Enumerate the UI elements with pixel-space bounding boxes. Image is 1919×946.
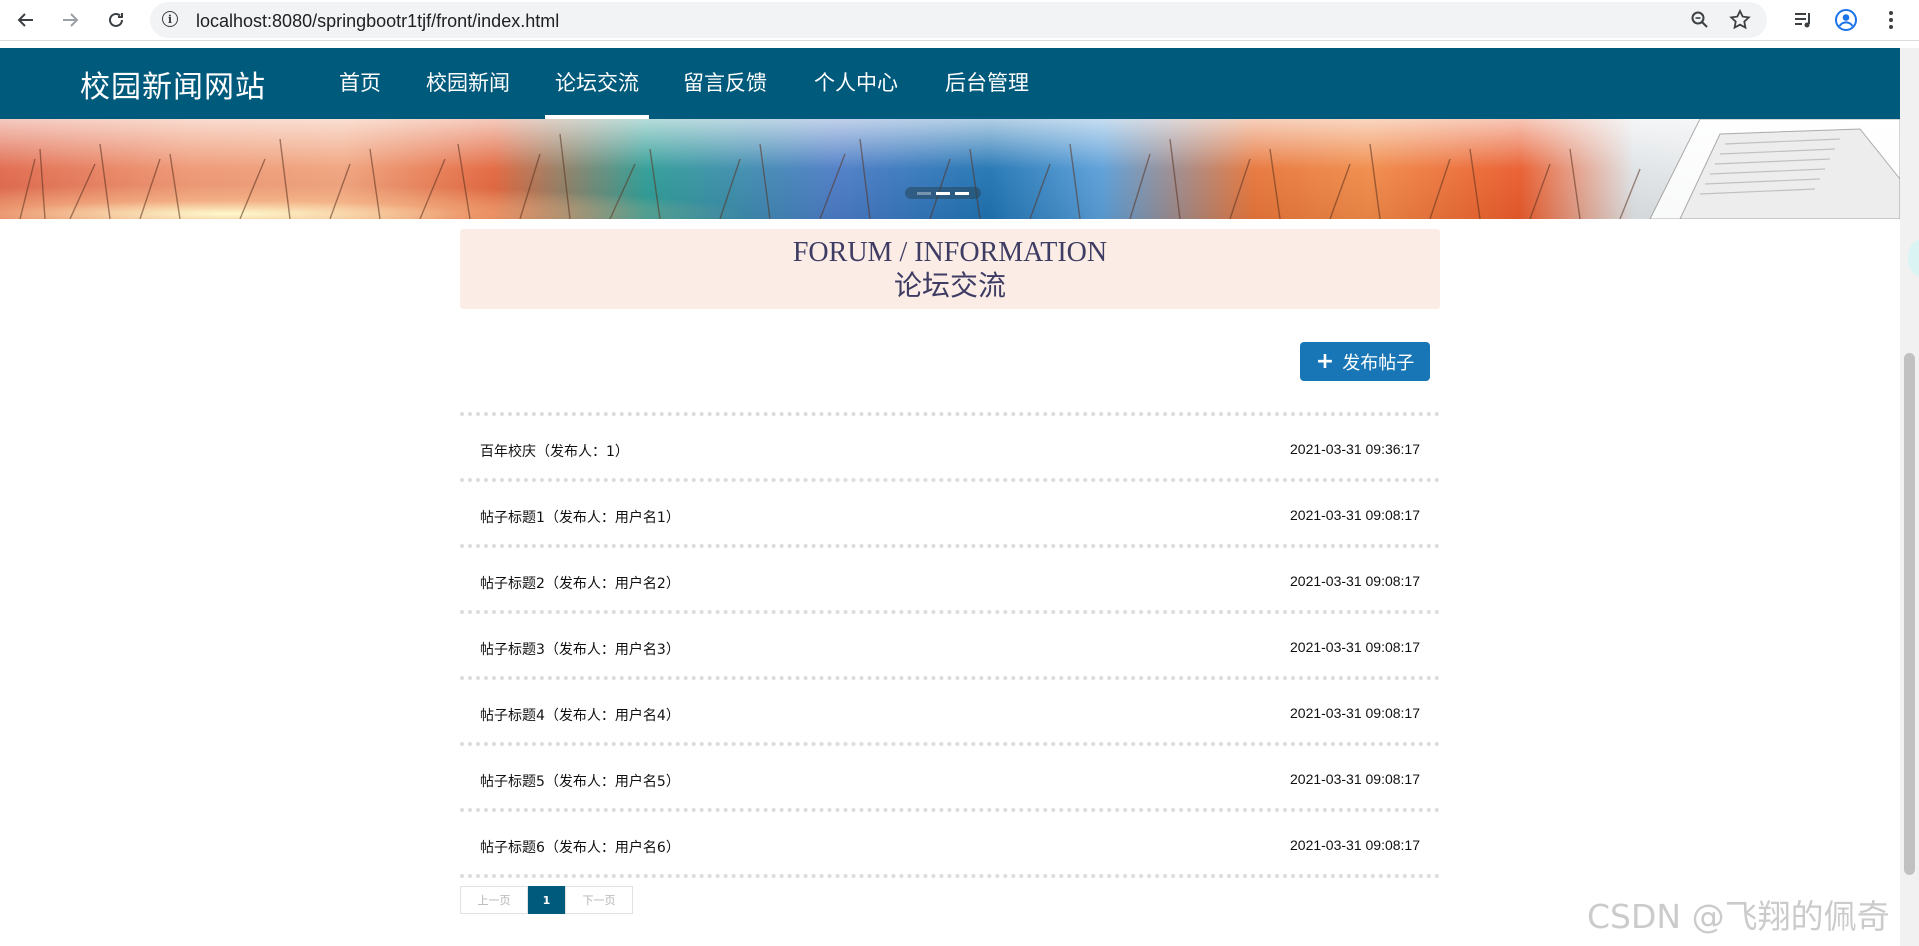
forum-post-row[interactable]: 帖子标题5（发布人：用户名5） 2021-03-31 09:08:17 <box>460 746 1440 808</box>
nav-item-admin[interactable]: 后台管理 <box>945 48 1029 119</box>
pagination: 上一页 1 下一页 <box>460 886 633 914</box>
post-title[interactable]: 帖子标题6（发布人：用户名6） <box>480 837 680 857</box>
publish-post-button[interactable]: + 发布帖子 <box>1300 342 1430 381</box>
forum-post-row[interactable]: 帖子标题2（发布人：用户名2） 2021-03-31 09:08:17 <box>460 548 1440 610</box>
post-title[interactable]: 百年校庆（发布人：1） <box>480 441 629 461</box>
zoom-icon[interactable] <box>1688 8 1712 32</box>
nav-item-campus-news[interactable]: 校园新闻 <box>426 48 510 119</box>
forum-post-row[interactable]: 帖子标题6（发布人：用户名6） 2021-03-31 09:08:17 <box>460 812 1440 874</box>
banner-carousel[interactable] <box>0 119 1900 219</box>
section-title-cn: 论坛交流 <box>893 269 1006 302</box>
post-title[interactable]: 帖子标题1（发布人：用户名1） <box>480 507 680 527</box>
site-logo[interactable]: 校园新闻网站 <box>80 62 266 106</box>
post-time: 2021-03-31 09:08:17 <box>1290 573 1420 589</box>
section-title-en: FORUM / INFORMATION <box>792 237 1108 268</box>
browser-toolbar: i localhost:8080/springbootr1tjf/front/i… <box>0 0 1919 41</box>
post-title[interactable]: 帖子标题3（发布人：用户名3） <box>480 639 680 659</box>
profile-avatar-icon[interactable] <box>1833 7 1859 33</box>
forum-post-row[interactable]: 帖子标题3（发布人：用户名3） 2021-03-31 09:08:17 <box>460 614 1440 676</box>
nav-item-feedback[interactable]: 留言反馈 <box>683 48 767 119</box>
back-icon[interactable] <box>12 6 40 34</box>
post-title[interactable]: 帖子标题2（发布人：用户名2） <box>480 573 680 593</box>
browser-menu-icon[interactable] <box>1878 7 1904 33</box>
forward-icon[interactable] <box>56 6 84 34</box>
nav-item-forum[interactable]: 论坛交流 <box>545 48 649 119</box>
section-title-block: FORUM / INFORMATION 论坛交流 <box>460 229 1440 309</box>
page-scrollbar[interactable] <box>1900 48 1919 946</box>
forum-post-row[interactable]: 帖子标题4（发布人：用户名4） 2021-03-31 09:08:17 <box>460 680 1440 742</box>
reload-icon[interactable] <box>102 6 130 34</box>
next-page-button[interactable]: 下一页 <box>565 886 633 914</box>
url-text[interactable]: localhost:8080/springbootr1tjf/front/ind… <box>196 11 559 32</box>
address-bar[interactable]: i localhost:8080/springbootr1tjf/front/i… <box>150 2 1767 38</box>
page-scroll-thumb[interactable] <box>1904 353 1915 875</box>
nav-item-personal-center[interactable]: 个人中心 <box>814 48 898 119</box>
site-info-icon[interactable]: i <box>162 11 178 27</box>
carousel-dot[interactable] <box>955 192 969 195</box>
plus-icon: + <box>1315 348 1335 374</box>
post-time: 2021-03-31 09:08:17 <box>1290 639 1420 655</box>
list-divider <box>460 874 1440 878</box>
nav-item-home[interactable]: 首页 <box>339 48 381 119</box>
bookmark-star-icon[interactable] <box>1728 8 1752 32</box>
post-title[interactable]: 帖子标题5（发布人：用户名5） <box>480 771 680 791</box>
post-time: 2021-03-31 09:08:17 <box>1290 705 1420 721</box>
prev-page-button[interactable]: 上一页 <box>460 886 528 914</box>
forum-post-row[interactable]: 帖子标题1（发布人：用户名1） 2021-03-31 09:08:17 <box>460 482 1440 544</box>
csdn-watermark: CSDN @飞翔的佩奇 <box>1587 897 1890 936</box>
forum-post-list: 百年校庆（发布人：1） 2021-03-31 09:36:17 帖子标题1（发布… <box>460 412 1440 878</box>
carousel-dot[interactable] <box>936 192 950 195</box>
banner-grass-image <box>19 119 1900 219</box>
page-number-button[interactable]: 1 <box>528 886 565 914</box>
post-time: 2021-03-31 09:08:17 <box>1290 837 1420 853</box>
carousel-indicators <box>905 187 981 199</box>
publish-post-label: 发布帖子 <box>1342 352 1415 374</box>
carousel-dot[interactable] <box>917 192 931 195</box>
forum-post-row[interactable]: 百年校庆（发布人：1） 2021-03-31 09:36:17 <box>460 416 1440 478</box>
media-control-icon[interactable] <box>1790 7 1816 33</box>
site-navbar: 校园新闻网站 首页 校园新闻 论坛交流 留言反馈 个人中心 后台管理 <box>0 48 1900 119</box>
post-time: 2021-03-31 09:08:17 <box>1290 507 1420 523</box>
post-time: 2021-03-31 09:36:17 <box>1290 441 1420 457</box>
post-time: 2021-03-31 09:08:17 <box>1290 771 1420 787</box>
post-title[interactable]: 帖子标题4（发布人：用户名4） <box>480 705 680 725</box>
